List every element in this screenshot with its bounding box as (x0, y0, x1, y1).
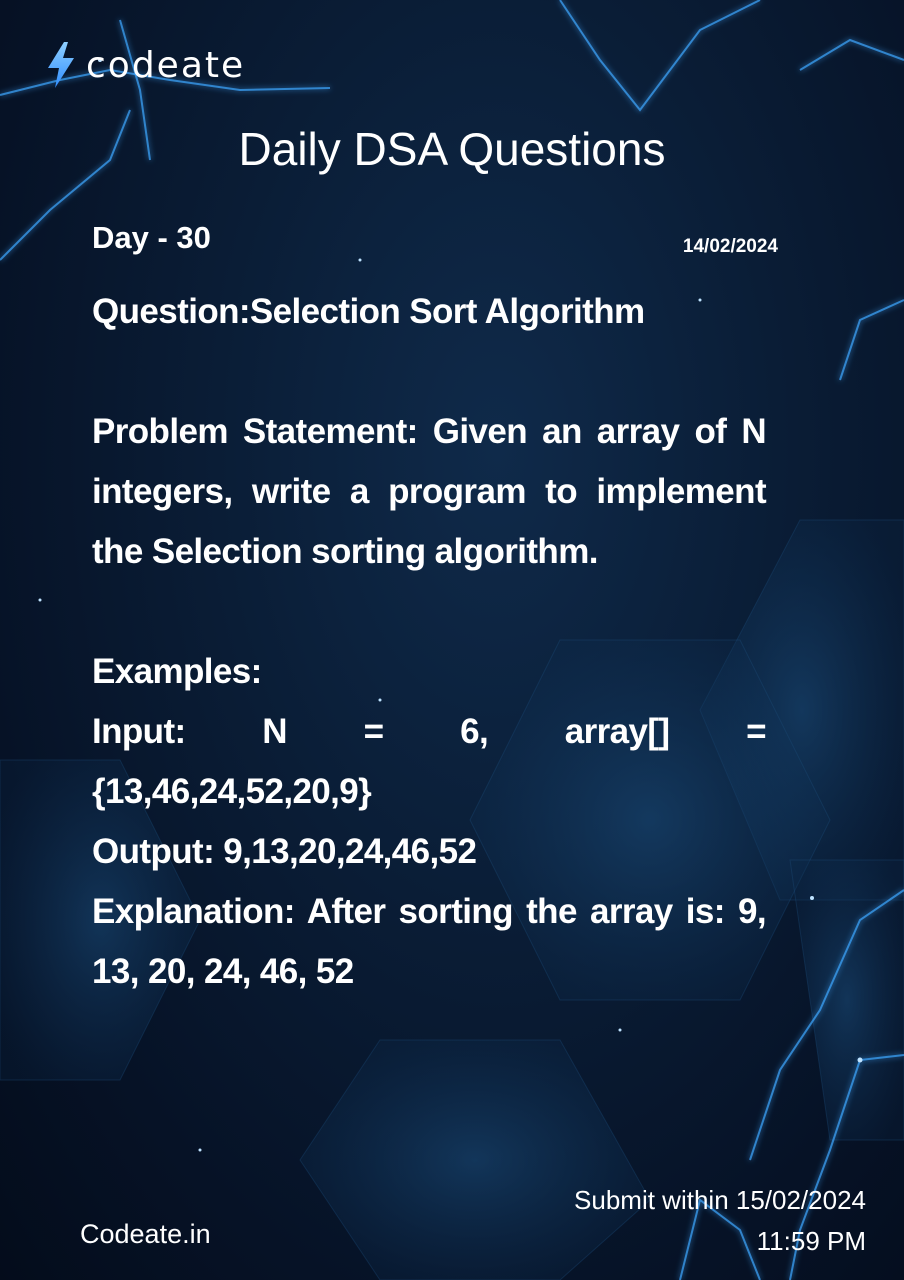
day-label: Day - 30 (92, 220, 211, 255)
page-title: Daily DSA Questions (238, 123, 666, 175)
input-token: 6, (460, 712, 489, 751)
deadline-time: 11:59 PM (756, 1226, 866, 1256)
input-token: Input: (92, 712, 186, 751)
example-output: Output: 9,13,20,24,46,52 (92, 832, 477, 871)
brand-name: codeate (86, 44, 246, 86)
input-token: = (363, 712, 384, 751)
input-token: = (746, 712, 766, 751)
date-label: 14/02/2024 (682, 236, 778, 257)
example-input-line: Input: N = 6, array[] = (92, 702, 767, 762)
submission-deadline: Submit within 15/02/2024 11:59 PM (574, 1180, 866, 1262)
input-token: array[] (564, 712, 670, 751)
lightning-bolt-icon (48, 42, 74, 88)
example-explanation: Explanation: After sorting the array is:… (92, 892, 767, 991)
question-title: Question:Selection Sort Algorithm (92, 292, 645, 331)
brand-logo: codeate (44, 40, 245, 90)
website-link[interactable]: Codeate.in (80, 1219, 211, 1250)
examples-heading: Examples: (92, 652, 262, 691)
question-content: Question:Selection Sort Algorithm Proble… (92, 282, 767, 1002)
problem-statement: Problem Statement: Given an array of N i… (92, 412, 767, 571)
input-token: N (262, 712, 287, 751)
example-input-array: {13,46,24,52,20,9} (92, 772, 372, 811)
deadline-date: Submit within 15/02/2024 (574, 1185, 866, 1215)
